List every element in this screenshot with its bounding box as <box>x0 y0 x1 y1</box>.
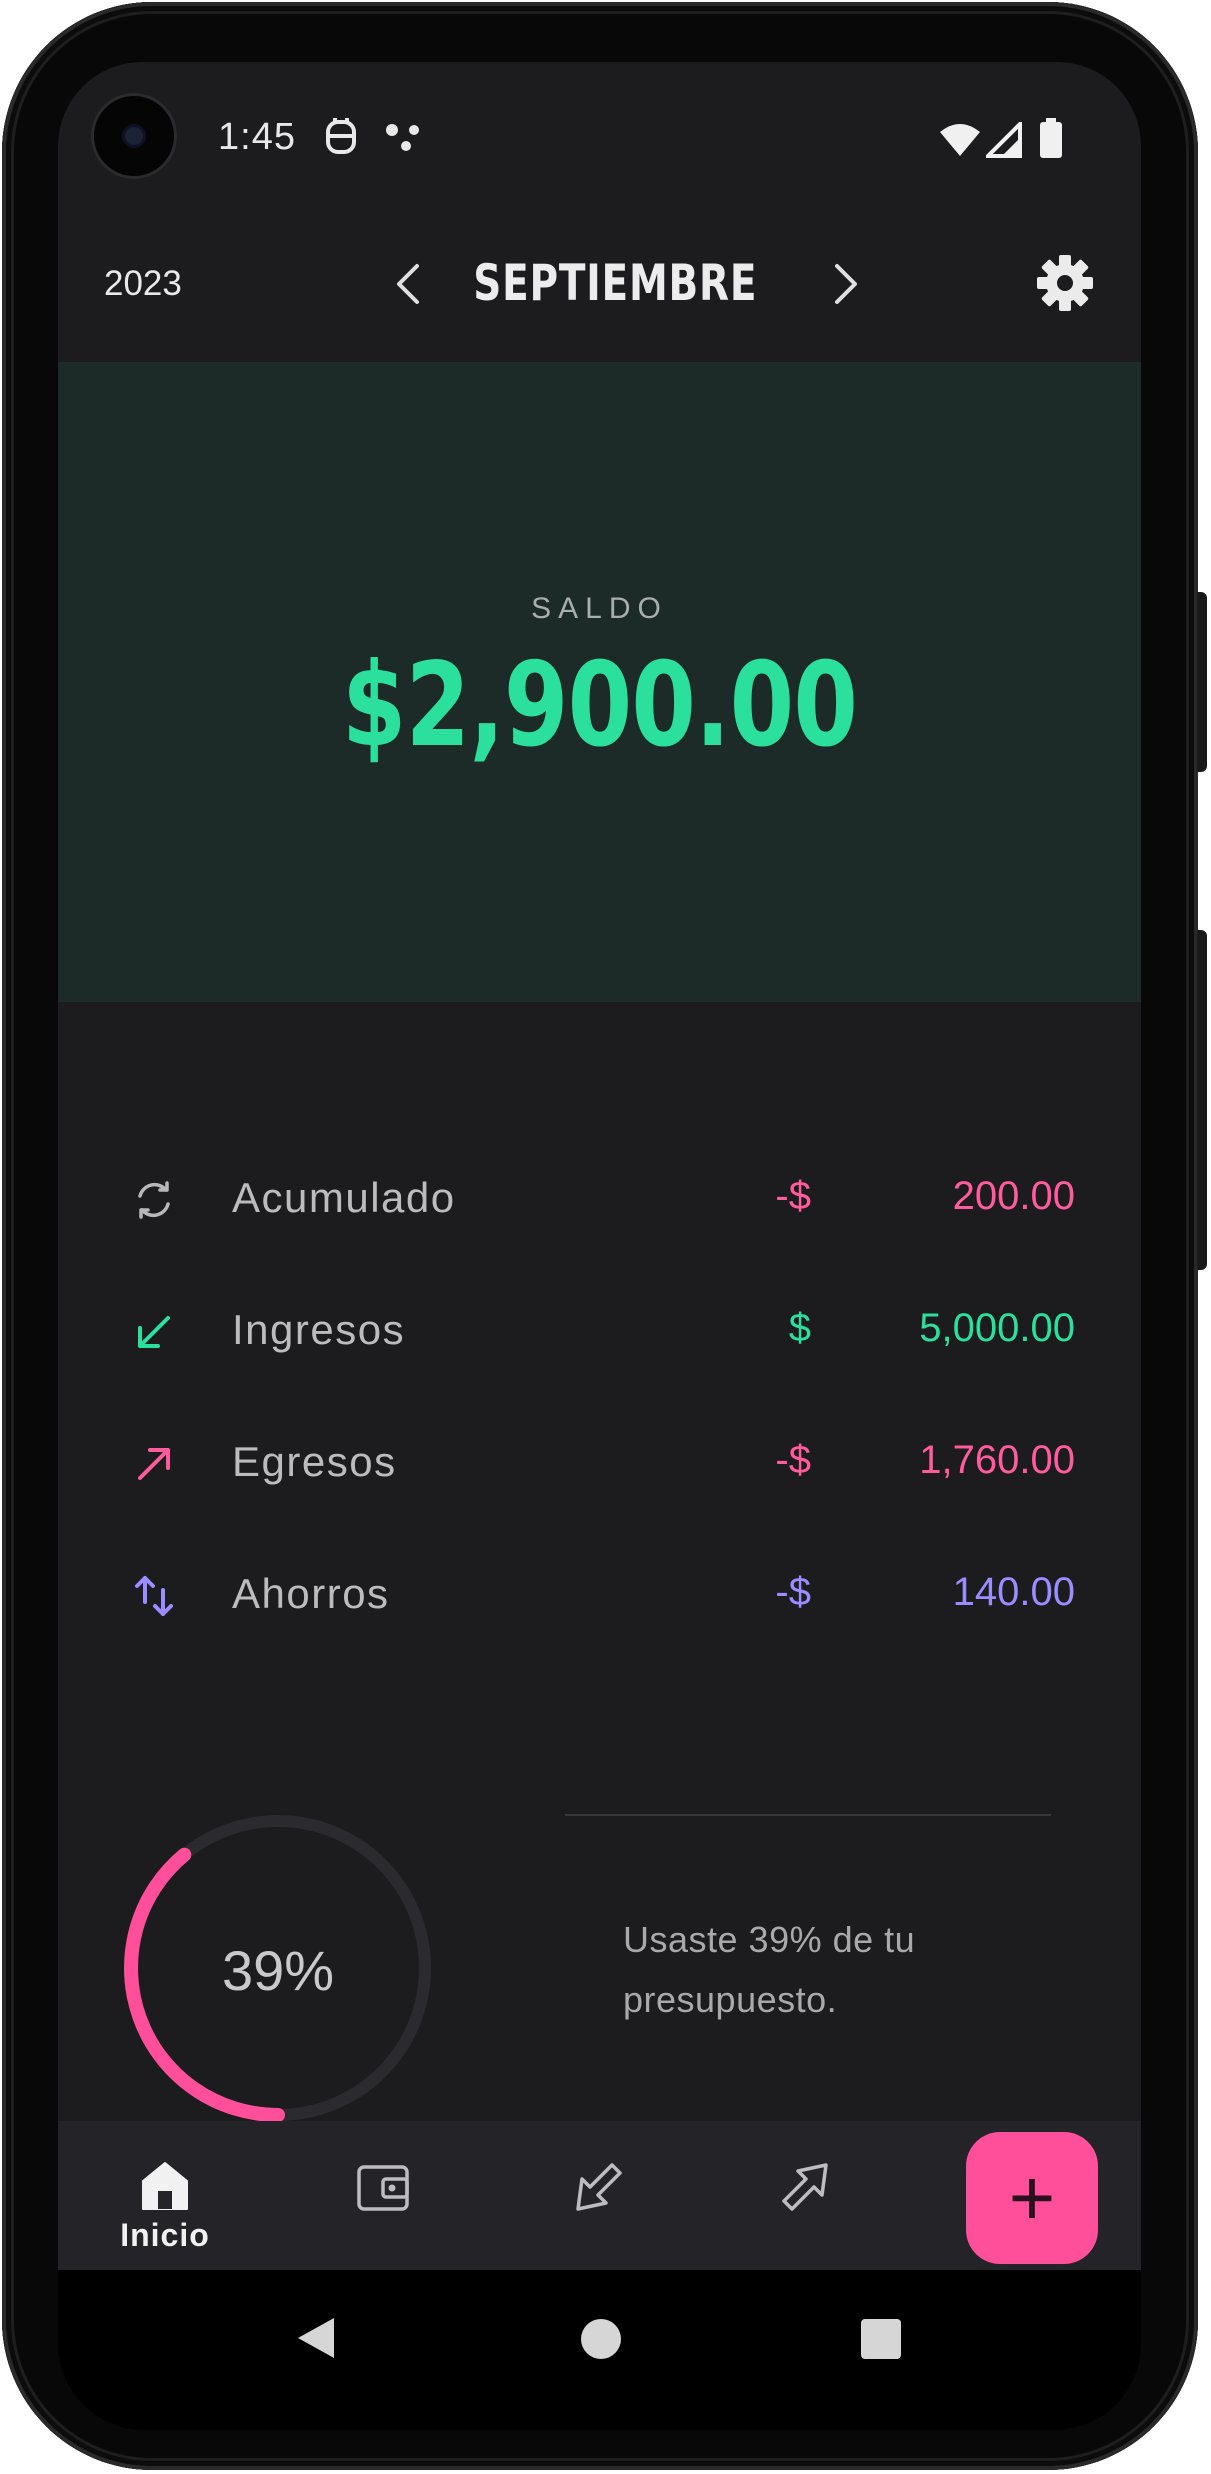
summary-row-acumulado[interactable]: Acumulado -$ 200.00 <box>58 1158 1141 1238</box>
refresh-icon <box>138 1181 170 1219</box>
summary-label: Acumulado <box>232 1174 456 1221</box>
add-transaction-button[interactable]: + <box>966 2132 1098 2264</box>
previous-month-button[interactable] <box>378 254 438 314</box>
status-time: 1:45 <box>218 116 296 158</box>
summary-label: Ingresos <box>232 1306 406 1353</box>
home-icon <box>142 2162 188 2210</box>
nav-item-inicio[interactable]: Inicio <box>105 2121 225 2270</box>
summary-currency: -$ <box>775 1174 811 1218</box>
power-button <box>1197 592 1207 772</box>
balance-value: $2,900.00 <box>341 638 858 773</box>
summary-amount: 200.00 <box>952 1174 1075 1218</box>
home-circle-icon[interactable] <box>580 2318 622 2360</box>
nav-item-expense[interactable] <box>746 2121 866 2270</box>
summary-amount: 5,000.00 <box>919 1306 1075 1350</box>
swap-vertical-icon <box>135 1576 173 1616</box>
budget-percent: 39% <box>221 1939 335 2002</box>
income-tag-icon <box>576 2163 622 2211</box>
arrow-down-left-icon <box>138 1316 170 1348</box>
nav-label: Inicio <box>120 2217 210 2253</box>
budget-message: Usaste 39% de tu presupuesto. <box>623 1919 916 2020</box>
summary-label: Ahorros <box>232 1570 390 1617</box>
settings-gear-icon[interactable] <box>1030 248 1100 318</box>
front-camera <box>94 96 174 176</box>
recents-icon[interactable] <box>860 2318 902 2360</box>
summary-amount: 140.00 <box>952 1570 1075 1614</box>
month-title: SEPTIEMBRE <box>473 254 758 312</box>
summary-row-ingresos[interactable]: Ingresos $ 5,000.00 <box>58 1290 1141 1370</box>
assistant-icon <box>326 118 356 154</box>
summary-label: Egresos <box>232 1438 397 1485</box>
arrow-up-right-icon <box>138 1448 170 1480</box>
expense-tag-icon <box>782 2163 828 2211</box>
nav-item-wallet[interactable] <box>323 2121 443 2270</box>
summary-currency: -$ <box>775 1438 811 1482</box>
wifi-icon <box>940 124 980 156</box>
next-month-button[interactable] <box>816 254 876 314</box>
back-icon[interactable] <box>294 2314 338 2362</box>
summary-row-ahorros[interactable]: Ahorros -$ 140.00 <box>58 1554 1141 1634</box>
summary-currency: -$ <box>775 1570 811 1614</box>
year-label[interactable]: 2023 <box>104 264 182 304</box>
summary-row-egresos[interactable]: Egresos -$ 1,760.00 <box>58 1422 1141 1502</box>
battery-icon <box>1040 118 1062 158</box>
wallet-icon <box>357 2165 409 2211</box>
volume-button <box>1197 930 1207 1270</box>
signal-icon <box>986 122 1022 158</box>
divider <box>565 1814 1051 1816</box>
app-screen: 1:45 2023 SEPTIEMBRE SALDO $2,900.00 Acu… <box>58 62 1141 2270</box>
summary-currency: $ <box>788 1306 811 1350</box>
dots-icon <box>386 124 419 151</box>
balance-label: SALDO <box>531 592 668 625</box>
chevron-left-icon <box>397 264 419 304</box>
summary-amount: 1,760.00 <box>919 1438 1075 1482</box>
nav-item-income[interactable] <box>538 2121 658 2270</box>
chevron-right-icon <box>835 264 857 304</box>
